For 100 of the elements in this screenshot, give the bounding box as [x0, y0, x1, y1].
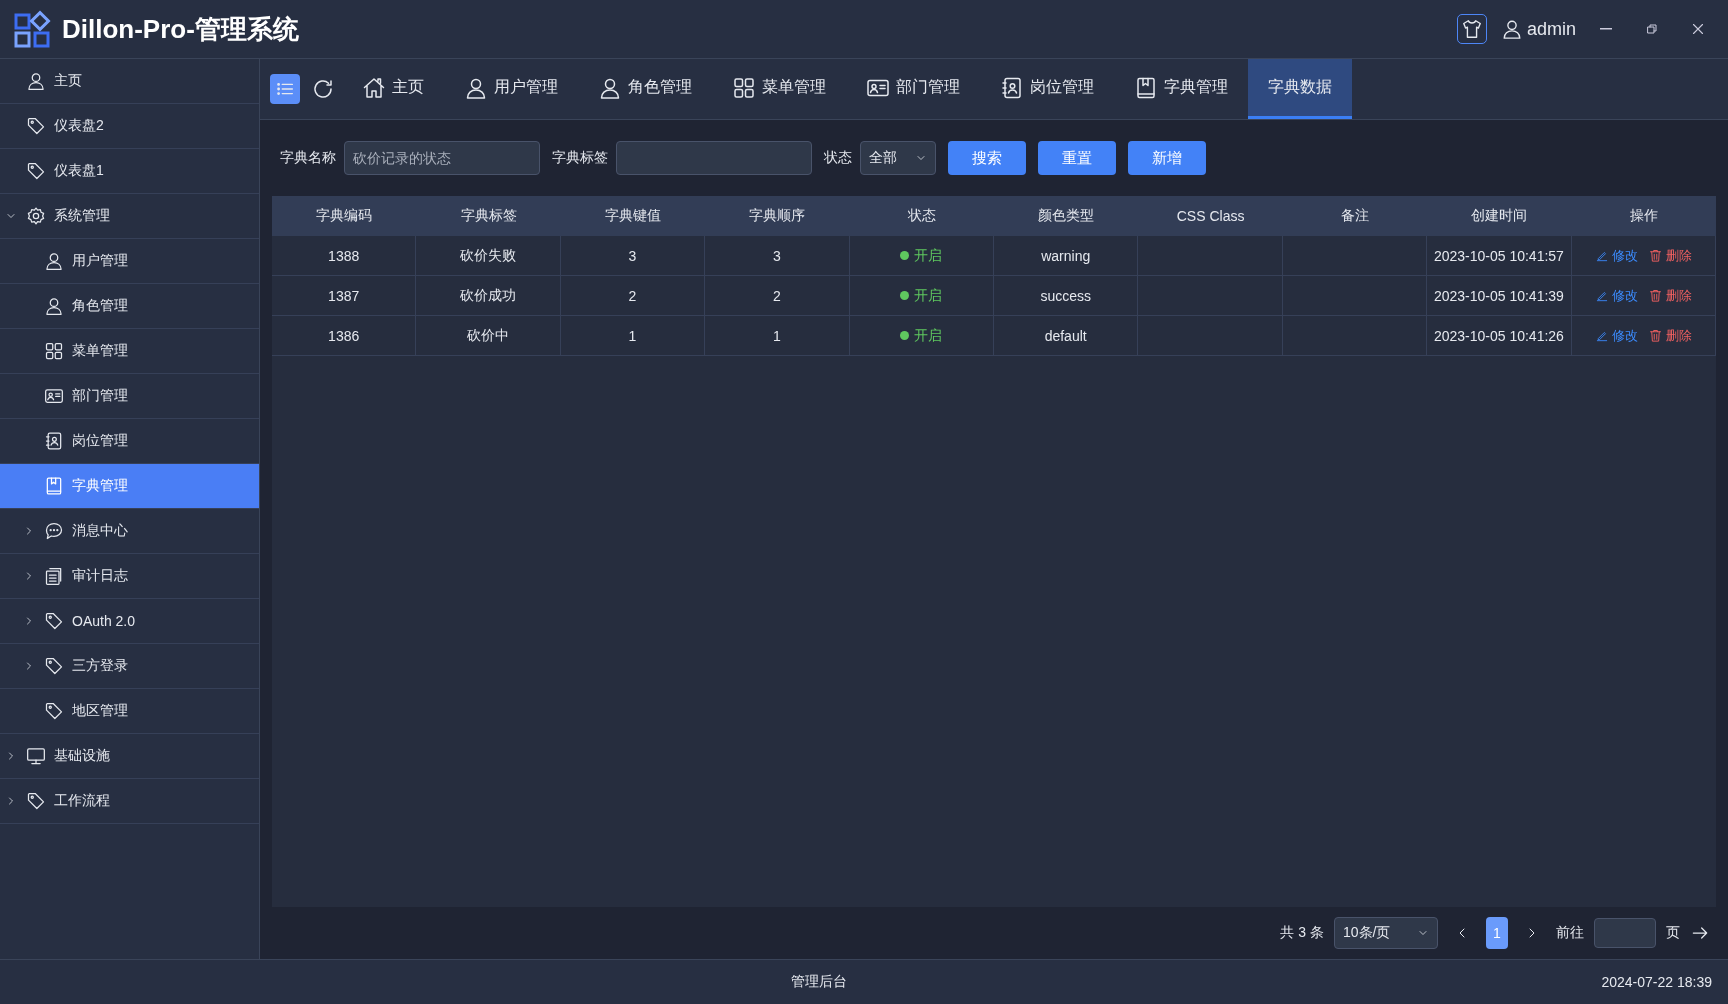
- table-cell: default: [994, 316, 1139, 356]
- edit-link[interactable]: 修改: [1594, 246, 1638, 265]
- trash-icon: [1647, 248, 1663, 263]
- page-size-dropdown[interactable]: 10条/页: [1334, 917, 1438, 949]
- sidebar-item[interactable]: 用户管理: [0, 239, 259, 284]
- table-cell: 3: [560, 236, 706, 276]
- status-text: 开启: [914, 246, 943, 265]
- tab[interactable]: 用户管理: [444, 59, 578, 119]
- column-header: 字典顺序: [705, 196, 850, 236]
- column-header: 字典标签: [416, 196, 561, 236]
- tag-icon: [26, 161, 46, 181]
- sidebar-item[interactable]: 地区管理: [0, 689, 259, 734]
- restore-icon: [1644, 21, 1660, 37]
- id-card-icon: [44, 386, 64, 406]
- tab[interactable]: 菜单管理: [712, 59, 846, 119]
- action-button[interactable]: 重置: [1038, 141, 1116, 175]
- chat-icon: [44, 521, 64, 541]
- tab[interactable]: 部门管理: [846, 59, 980, 119]
- column-header: 备注: [1282, 196, 1428, 236]
- trash-icon: [1647, 328, 1663, 343]
- sidebar-item[interactable]: 工作流程: [0, 779, 259, 824]
- sidebar-item[interactable]: 基础设施: [0, 734, 259, 779]
- action-button[interactable]: 搜索: [948, 141, 1026, 175]
- action-button[interactable]: 新增: [1128, 141, 1206, 175]
- input-field[interactable]: 砍价记录的状态: [344, 141, 540, 175]
- theme-button[interactable]: [1456, 14, 1487, 44]
- sidebar-item[interactable]: 系统管理: [0, 194, 259, 239]
- home-icon: [362, 75, 386, 100]
- delete-link[interactable]: 删除: [1647, 326, 1692, 345]
- table-cell: 3: [705, 236, 850, 276]
- sidebar-item[interactable]: 菜单管理: [0, 329, 259, 374]
- tab[interactable]: 主页: [342, 59, 444, 119]
- book-icon: [1134, 75, 1158, 100]
- table-cell: 2: [705, 276, 850, 316]
- table-cell: success: [994, 276, 1139, 316]
- table-cell: 1387: [272, 276, 417, 316]
- column-header: 状态: [849, 196, 994, 236]
- logo-icon: [14, 10, 52, 48]
- table-cell: 1388: [272, 236, 417, 276]
- tag-icon: [26, 116, 46, 136]
- footer-time: 2024-07-22 18:39: [1601, 974, 1712, 990]
- table-cell: 2: [560, 276, 706, 316]
- table-cell: 砍价中: [416, 316, 561, 356]
- sidebar-item[interactable]: 仪表盘1: [0, 149, 259, 194]
- tag-icon: [44, 656, 64, 676]
- sidebar-item[interactable]: 三方登录: [0, 644, 259, 689]
- delete-link[interactable]: 删除: [1647, 286, 1692, 305]
- column-header: 操作: [1571, 196, 1716, 236]
- column-header: 字典编码: [272, 196, 417, 236]
- tab[interactable]: 岗位管理: [980, 59, 1114, 119]
- table-cell: 1: [560, 316, 706, 356]
- tag-icon: [26, 791, 46, 811]
- menu-button[interactable]: [270, 74, 300, 104]
- sidebar-item[interactable]: 仪表盘2: [0, 104, 259, 149]
- status-text: 开启: [914, 326, 943, 345]
- table-cell: 2023-10-05 10:41:39: [1427, 276, 1572, 316]
- total-count: 共 3 条: [1280, 924, 1324, 942]
- user-icon: [44, 296, 64, 316]
- tab[interactable]: 字典管理: [1114, 59, 1248, 119]
- minimize-icon: [1600, 28, 1612, 30]
- badge-icon: [1000, 75, 1024, 100]
- status-text: 开启: [914, 286, 943, 305]
- table-cell: 砍价成功: [416, 276, 561, 316]
- goto-label: 前往: [1556, 924, 1584, 942]
- edit-link[interactable]: 修改: [1594, 326, 1638, 345]
- status-dropdown[interactable]: 全部: [860, 141, 936, 175]
- tab[interactable]: 字典数据: [1248, 59, 1352, 119]
- grid-icon: [732, 75, 756, 100]
- sidebar-item[interactable]: 消息中心: [0, 509, 259, 554]
- table-cell: 2023-10-05 10:41:26: [1427, 316, 1572, 356]
- table-cell: 2023-10-05 10:41:57: [1427, 236, 1572, 276]
- delete-link[interactable]: 删除: [1647, 246, 1692, 265]
- tag-icon: [44, 611, 64, 631]
- input-field[interactable]: [616, 141, 812, 175]
- sidebar-item[interactable]: 审计日志: [0, 554, 259, 599]
- table-cell: 砍价失败: [416, 236, 561, 276]
- tab[interactable]: 角色管理: [578, 59, 712, 119]
- document-icon: [44, 566, 64, 586]
- user-name[interactable]: admin: [1526, 18, 1576, 40]
- field-label: 字典名称: [280, 149, 336, 167]
- sidebar-item[interactable]: 角色管理: [0, 284, 259, 329]
- sidebar-item[interactable]: 部门管理: [0, 374, 259, 419]
- footer-text: 管理后台: [790, 973, 847, 989]
- sidebar-item[interactable]: OAuth 2.0: [0, 599, 259, 644]
- monitor-icon: [26, 746, 46, 766]
- user-icon: [44, 251, 64, 271]
- shirt-icon: [1460, 18, 1483, 40]
- field-label: 状态: [824, 149, 852, 167]
- field-label: 字典标签: [552, 149, 608, 167]
- column-header: 颜色类型: [994, 196, 1139, 236]
- column-header: CSS Class: [1138, 196, 1283, 236]
- user-icon: [26, 71, 46, 91]
- table-cell: 1386: [272, 316, 417, 356]
- sidebar-item[interactable]: 字典管理: [0, 464, 259, 509]
- page-unit: 页: [1666, 924, 1680, 942]
- sidebar-item[interactable]: 主页: [0, 59, 259, 104]
- page-input[interactable]: [1594, 918, 1656, 948]
- edit-link[interactable]: 修改: [1594, 286, 1638, 305]
- badge-icon: [44, 431, 64, 451]
- tag-icon: [44, 701, 64, 721]
